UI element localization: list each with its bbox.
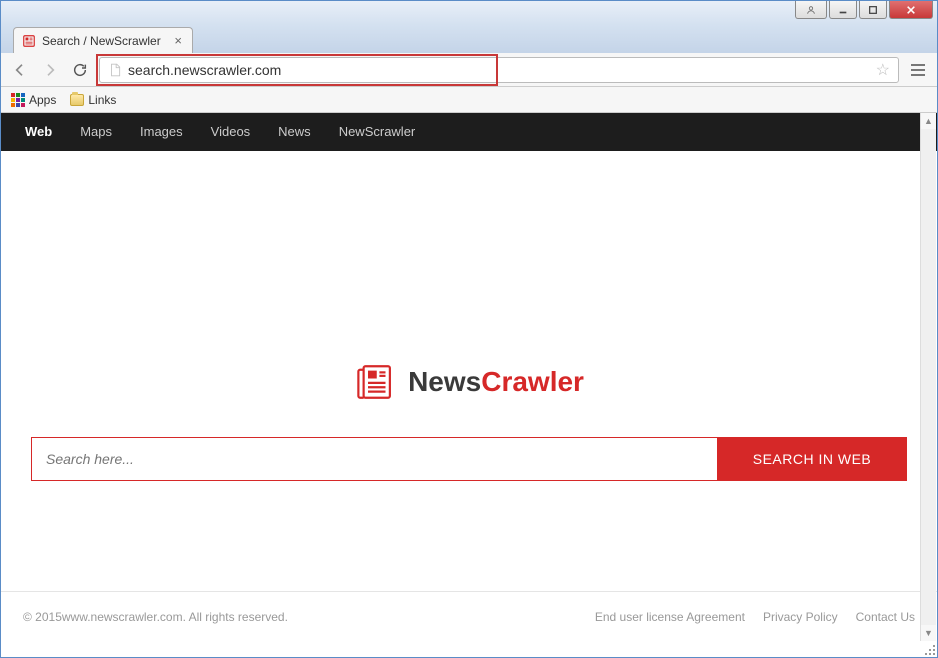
- links-folder[interactable]: Links: [70, 93, 116, 107]
- close-button[interactable]: [889, 1, 933, 19]
- tab-close-icon[interactable]: ×: [174, 33, 182, 48]
- apps-grid-icon: [11, 93, 25, 107]
- logo-newspaper-icon: [354, 361, 396, 403]
- maximize-button[interactable]: [859, 1, 887, 19]
- search-row: SEARCH IN WEB: [31, 437, 907, 481]
- nav-maps[interactable]: Maps: [66, 113, 126, 151]
- forward-button[interactable]: [39, 59, 61, 81]
- logo: NewsCrawler: [354, 361, 584, 403]
- vertical-scrollbar[interactable]: ▲ ▼: [920, 113, 936, 641]
- bookmarks-bar: Apps Links: [1, 87, 937, 113]
- nav-images[interactable]: Images: [126, 113, 197, 151]
- search-input[interactable]: [31, 437, 717, 481]
- toolbar: search.newscrawler.com ☆: [1, 53, 937, 87]
- logo-part1: News: [408, 366, 481, 397]
- tab-bar: Search / NewScrawler ×: [1, 25, 937, 53]
- minimize-button[interactable]: [829, 1, 857, 19]
- address-bar[interactable]: search.newscrawler.com ☆: [99, 57, 899, 83]
- address-text: search.newscrawler.com: [128, 62, 876, 78]
- logo-text: NewsCrawler: [408, 366, 584, 398]
- scroll-up-icon[interactable]: ▲: [921, 113, 936, 129]
- footer-link-eula[interactable]: End user license Agreement: [595, 610, 745, 624]
- footer: © 2015www.newscrawler.com. All rights re…: [1, 591, 937, 641]
- scroll-down-icon[interactable]: ▼: [921, 625, 936, 641]
- folder-icon: [70, 94, 84, 106]
- apps-button[interactable]: Apps: [11, 93, 56, 107]
- nav-newscrawler[interactable]: NewScrawler: [325, 113, 430, 151]
- back-button[interactable]: [9, 59, 31, 81]
- footer-link-contact[interactable]: Contact Us: [856, 610, 915, 624]
- page-icon: [108, 63, 122, 77]
- hamburger-menu-icon[interactable]: [907, 59, 929, 81]
- links-label: Links: [88, 93, 116, 107]
- footer-link-privacy[interactable]: Privacy Policy: [763, 610, 838, 624]
- nav-news[interactable]: News: [264, 113, 325, 151]
- bookmark-star-icon[interactable]: ☆: [876, 60, 890, 80]
- page-content: NewsCrawler SEARCH IN WEB © 2015www.news…: [1, 151, 937, 641]
- reload-button[interactable]: [69, 59, 91, 81]
- nav-web[interactable]: Web: [11, 113, 66, 151]
- resize-grip-icon[interactable]: [923, 643, 935, 655]
- apps-label: Apps: [29, 93, 56, 107]
- logo-part2: Crawler: [481, 366, 584, 397]
- tab-favicon-icon: [22, 34, 36, 48]
- nav-videos[interactable]: Videos: [197, 113, 265, 151]
- browser-tab[interactable]: Search / NewScrawler ×: [13, 27, 193, 53]
- user-button[interactable]: [795, 1, 827, 19]
- tab-title: Search / NewScrawler: [42, 34, 161, 48]
- window-titlebar: [1, 1, 937, 25]
- footer-copyright: © 2015www.newscrawler.com. All rights re…: [23, 610, 595, 624]
- search-button[interactable]: SEARCH IN WEB: [717, 437, 907, 481]
- site-nav: Web Maps Images Videos News NewScrawler: [1, 113, 937, 151]
